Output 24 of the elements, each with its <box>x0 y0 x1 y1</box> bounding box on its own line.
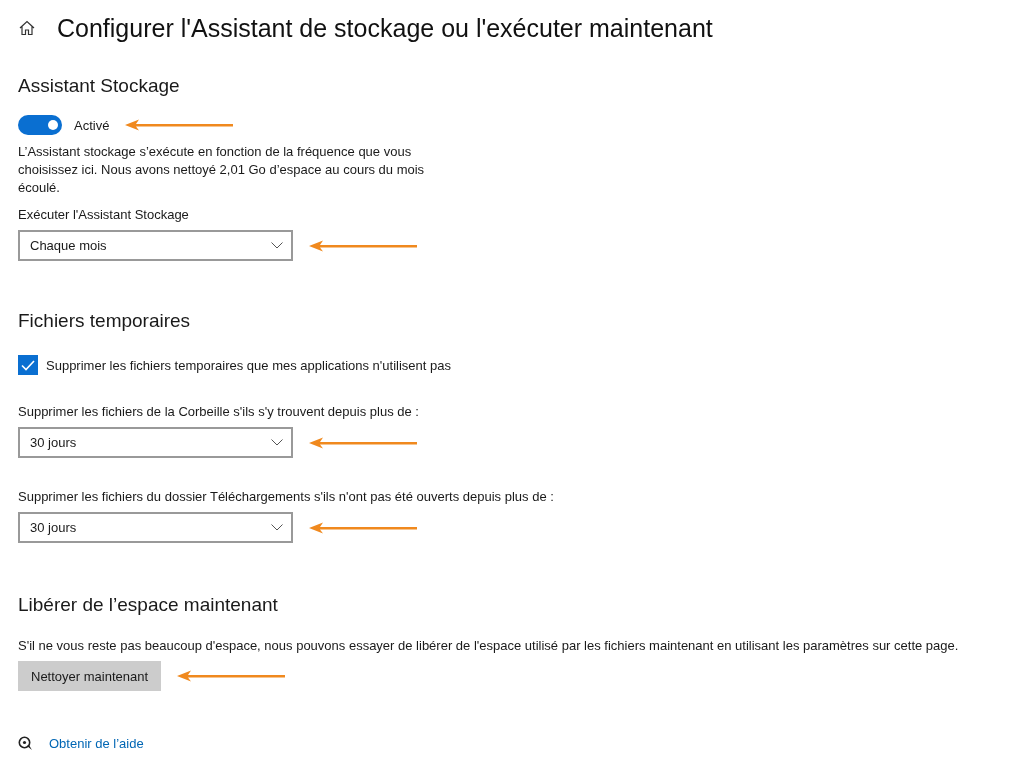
clean-now-button[interactable]: Nettoyer maintenant <box>18 661 162 691</box>
home-icon[interactable] <box>19 20 35 36</box>
help-link[interactable]: Obtenir de l’aide <box>49 735 144 752</box>
dropdown[interactable]: 30 jours <box>18 427 293 458</box>
help-chat-icon <box>18 736 34 751</box>
toggle-switch[interactable] <box>18 115 62 135</box>
dropdown-label: Supprimer les fichiers du dossier Téléchargements s'ils n'ont pas été ouverts depuis plus de : <box>18 488 555 505</box>
checkbox-label: Supprimer les fichiers temporaires que mes applications n'utilisent pas <box>46 356 451 374</box>
page-title: Configurer l'Assistant de stockage ou l'exécuter maintenant <box>57 13 713 44</box>
dropdown[interactable]: Chaque mois <box>18 230 293 261</box>
checkmark-icon <box>21 359 35 371</box>
chevron-down-icon <box>271 524 283 531</box>
dropdown[interactable]: 30 jours <box>18 512 293 543</box>
section-heading: Assistant Stockage <box>18 74 181 98</box>
dropdown-label: Supprimer les fichiers de la Corbeille s'ils s'y trouvent depuis plus de : <box>18 403 420 420</box>
description: L’Assistant stockage s’exécute en fonction de la fréquence que vous choisissez ici. Nous avons nettoyé 2,01 Go d’espace au cours du mois écoulé. <box>18 143 426 197</box>
toggle-label: Activé <box>74 116 110 134</box>
chevron-down-icon <box>271 439 283 446</box>
chevron-down-icon <box>271 242 283 249</box>
dropdown-label: Exécuter l'Assistant Stockage <box>18 206 190 223</box>
description: S'il ne vous reste pas beaucoup d'espace, nous pouvons essayer de libérer de l'espace utilisé par les fichiers maintenant en utilisant les paramètres sur cette page. <box>18 637 960 654</box>
section-heading: Libérer de l’espace maintenant <box>18 593 279 617</box>
section-heading: Fichiers temporaires <box>18 309 192 333</box>
checkbox[interactable] <box>18 355 38 375</box>
